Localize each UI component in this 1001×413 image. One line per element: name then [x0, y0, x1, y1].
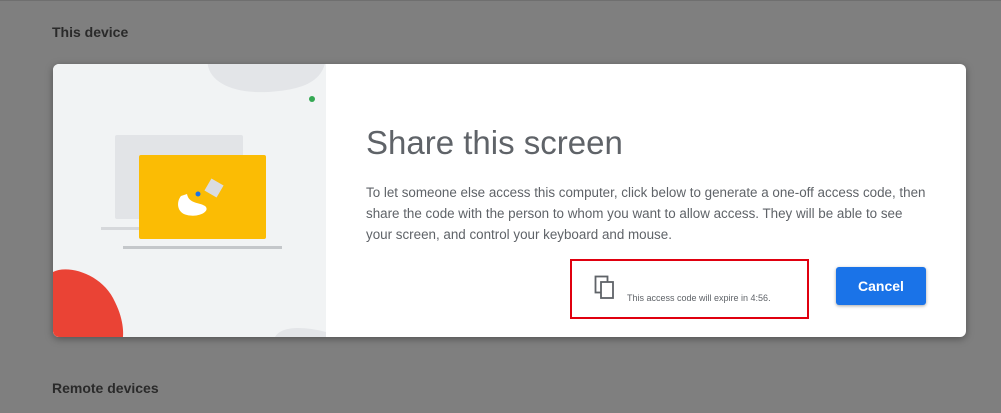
decor-blob-bottom — [275, 327, 326, 337]
decor-blob-top — [207, 64, 325, 93]
share-screen-dialog: Share this screen To let someone else ac… — [53, 64, 966, 337]
decor-green-dot — [309, 96, 315, 102]
laptop-illustration — [53, 64, 326, 337]
dialog-title: Share this screen — [366, 124, 623, 161]
copy-icon[interactable] — [594, 275, 616, 301]
section-label-remote-devices: Remote devices — [52, 380, 159, 396]
expire-text: This access code will expire in 4:56. — [627, 293, 771, 303]
screen-blue-dot — [195, 191, 201, 197]
dialog-content: Share this screen To let someone else ac… — [326, 64, 966, 337]
front-laptop-screen — [139, 155, 266, 239]
illustration-panel — [53, 64, 326, 337]
top-divider — [0, 0, 1001, 1]
front-laptop-base — [123, 246, 282, 249]
decor-red-blob — [53, 269, 124, 337]
access-code-box: This access code will expire in 4:56. — [570, 259, 809, 319]
dialog-description: To let someone else access this computer… — [366, 185, 926, 242]
cancel-button[interactable]: Cancel — [836, 267, 926, 305]
section-label-this-device: This device — [52, 24, 129, 40]
